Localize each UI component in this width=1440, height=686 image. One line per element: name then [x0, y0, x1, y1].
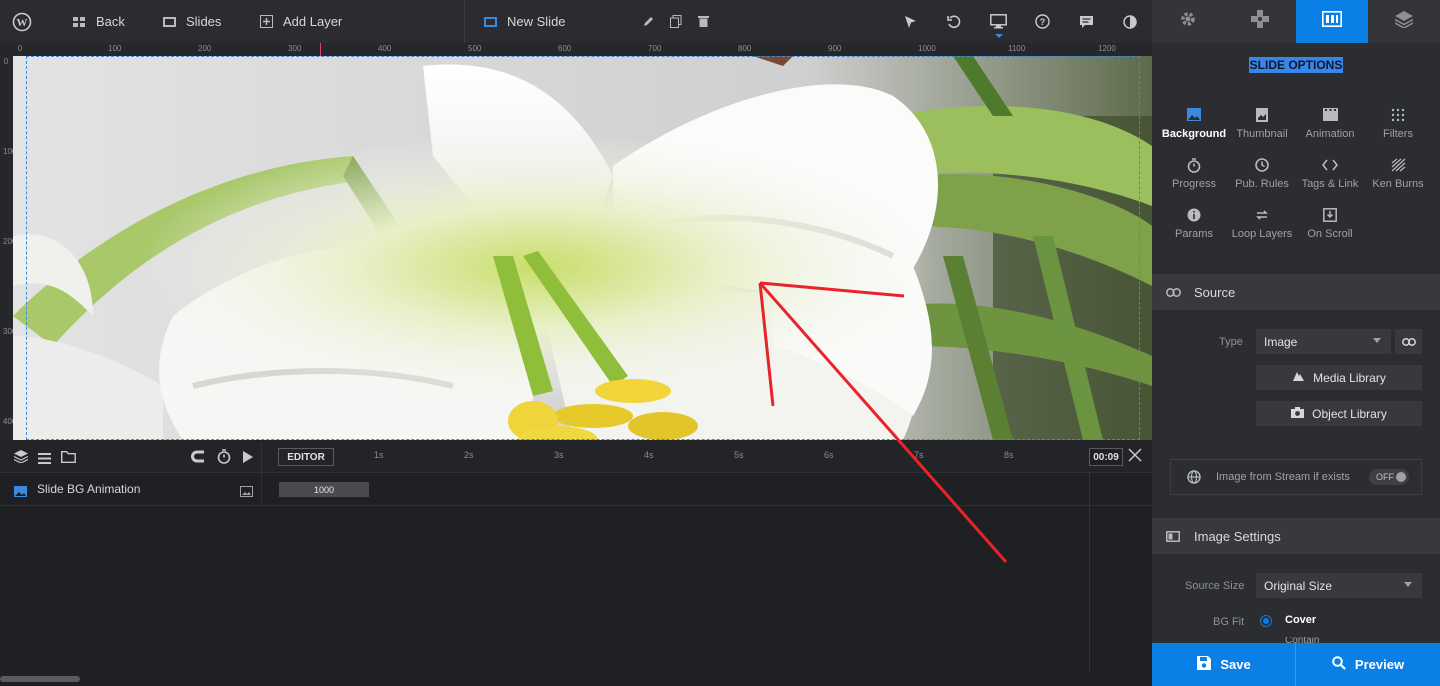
slide-options-panel: SLIDE OPTIONS Background Thumbnail Anima…: [1152, 0, 1440, 686]
search-icon: [1332, 656, 1346, 673]
image-settings-header[interactable]: Image Settings: [1152, 518, 1440, 554]
source-size-value: Original Size: [1264, 578, 1333, 593]
media-icon: [1292, 370, 1305, 385]
image-icon: [1160, 108, 1228, 128]
option-tags-link[interactable]: Tags & Link: [1296, 158, 1364, 190]
dpad-icon: [1251, 10, 1269, 33]
annotation-arrow: [758, 281, 1008, 563]
option-pub-rules[interactable]: Pub. Rules: [1228, 158, 1296, 190]
source-size-select[interactable]: Original Size: [1256, 573, 1422, 598]
option-label: Filters: [1383, 128, 1413, 140]
layers-stack-icon: [1394, 10, 1414, 33]
option-animation[interactable]: Animation: [1296, 108, 1364, 140]
source-size-label: Source Size: [1185, 580, 1245, 592]
chevron-down-icon: [1373, 338, 1381, 343]
link-icon: [1401, 335, 1416, 349]
option-label: On Scroll: [1307, 228, 1353, 240]
option-background[interactable]: Background: [1160, 108, 1228, 140]
globe-icon: [1171, 470, 1216, 484]
image-stream-option: Image from Stream if exists OFF: [1170, 459, 1422, 495]
stream-label: Image from Stream if exists: [1216, 471, 1350, 483]
option-label: Params: [1175, 228, 1213, 240]
film-icon: [1296, 108, 1364, 128]
type-label: Type: [1219, 336, 1243, 348]
option-ken-burns[interactable]: Ken Burns: [1364, 158, 1432, 190]
bg-fit-label: BG Fit: [1213, 616, 1245, 628]
preview-label: Preview: [1354, 657, 1405, 672]
stopwatch-icon: [1160, 158, 1228, 178]
slide-options-icon: [1322, 11, 1342, 32]
object-library-button[interactable]: Object Library: [1256, 401, 1422, 426]
panel-tabs: [1152, 0, 1440, 43]
option-on-scroll[interactable]: On Scroll: [1296, 208, 1364, 240]
option-label: Loop Layers: [1231, 228, 1293, 240]
source-section-header[interactable]: Source: [1152, 274, 1440, 310]
option-label: Animation: [1305, 128, 1355, 140]
panel-title: SLIDE OPTIONS: [1152, 56, 1440, 74]
option-label: Tags & Link: [1301, 178, 1359, 190]
save-icon: [1197, 656, 1212, 673]
object-library-label: Object Library: [1312, 406, 1387, 421]
camera-icon: [1291, 406, 1305, 421]
chevron-down-icon: [1404, 582, 1412, 587]
tab-settings[interactable]: [1152, 0, 1224, 43]
link-button[interactable]: [1395, 329, 1422, 354]
tab-slide-options[interactable]: [1296, 0, 1368, 43]
type-select[interactable]: Image: [1256, 329, 1391, 354]
scroll-icon: [1296, 208, 1364, 228]
bg-fit-cover-radio[interactable]: [1261, 616, 1271, 626]
filters-icon: [1364, 108, 1432, 128]
tab-layers[interactable]: [1368, 0, 1440, 43]
toggle-knob: [1396, 472, 1406, 482]
option-label: Pub. Rules: [1235, 178, 1289, 190]
option-thumbnail[interactable]: Thumbnail: [1228, 108, 1296, 140]
save-label: Save: [1220, 657, 1251, 672]
option-loop-layers[interactable]: Loop Layers: [1228, 208, 1296, 240]
clock-icon: [1228, 158, 1296, 178]
thumbnail-icon: [1228, 108, 1296, 128]
loop-icon: [1228, 208, 1296, 228]
code-icon: [1296, 158, 1364, 178]
option-label: Ken Burns: [1372, 178, 1424, 190]
option-filters[interactable]: Filters: [1364, 108, 1432, 140]
section-title: Source: [1194, 284, 1236, 300]
panel-title-text: SLIDE OPTIONS: [1248, 57, 1344, 73]
image-settings-icon: [1152, 530, 1194, 542]
section-title: Image Settings: [1194, 528, 1281, 544]
preview-button[interactable]: Preview: [1296, 643, 1440, 686]
gear-icon: [1179, 10, 1197, 33]
link-icon: [1152, 287, 1194, 297]
save-button[interactable]: Save: [1152, 643, 1296, 686]
media-library-label: Media Library: [1313, 370, 1386, 385]
tab-navigation[interactable]: [1224, 0, 1296, 43]
media-library-button[interactable]: Media Library: [1256, 365, 1422, 390]
ken-burns-icon: [1364, 158, 1432, 178]
option-label: Progress: [1171, 178, 1217, 190]
option-label: Thumbnail: [1236, 128, 1288, 140]
option-label: Background: [1161, 128, 1227, 140]
toggle-label: OFF: [1376, 472, 1394, 482]
info-icon: [1160, 208, 1228, 228]
stream-toggle[interactable]: OFF: [1369, 469, 1409, 485]
type-value: Image: [1264, 334, 1298, 349]
bg-fit-cover-label: Cover: [1285, 614, 1317, 626]
option-progress[interactable]: Progress: [1160, 158, 1228, 190]
option-params[interactable]: Params: [1160, 208, 1228, 240]
